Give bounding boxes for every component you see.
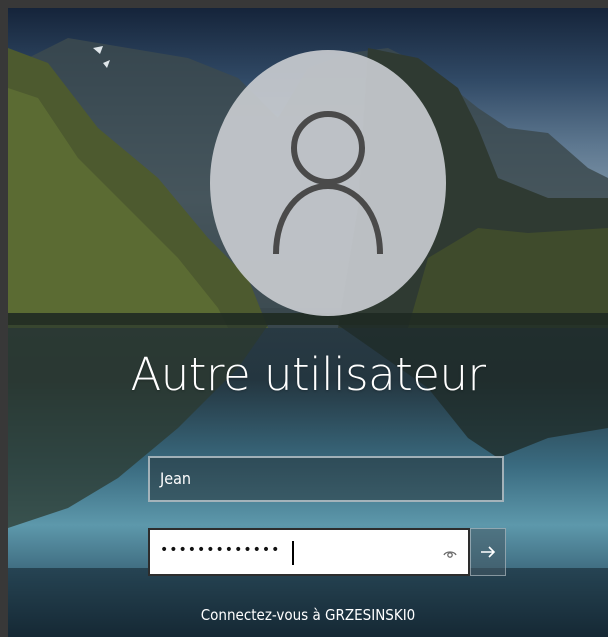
password-row: ••••••••••••• [148,528,506,576]
password-mask: ••••••••••••• [160,542,281,558]
password-field[interactable]: ••••••••••••• [148,528,470,576]
lock-screen: Autre utilisateur Jean ••••••••••••• Con… [8,8,608,637]
user-avatar [210,50,446,316]
signin-target-text: Connectez-vous à GRZESINSKI0 [200,606,416,624]
arrow-right-icon [481,546,496,558]
text-caret [292,541,294,565]
window-frame: Autre utilisateur Jean ••••••••••••• Con… [0,0,608,637]
submit-button[interactable] [470,528,506,576]
user-silhouette-icon [273,111,383,255]
eye-icon[interactable] [440,543,460,563]
user-title: Autre utilisateur [130,348,487,401]
username-field[interactable]: Jean [148,456,504,502]
